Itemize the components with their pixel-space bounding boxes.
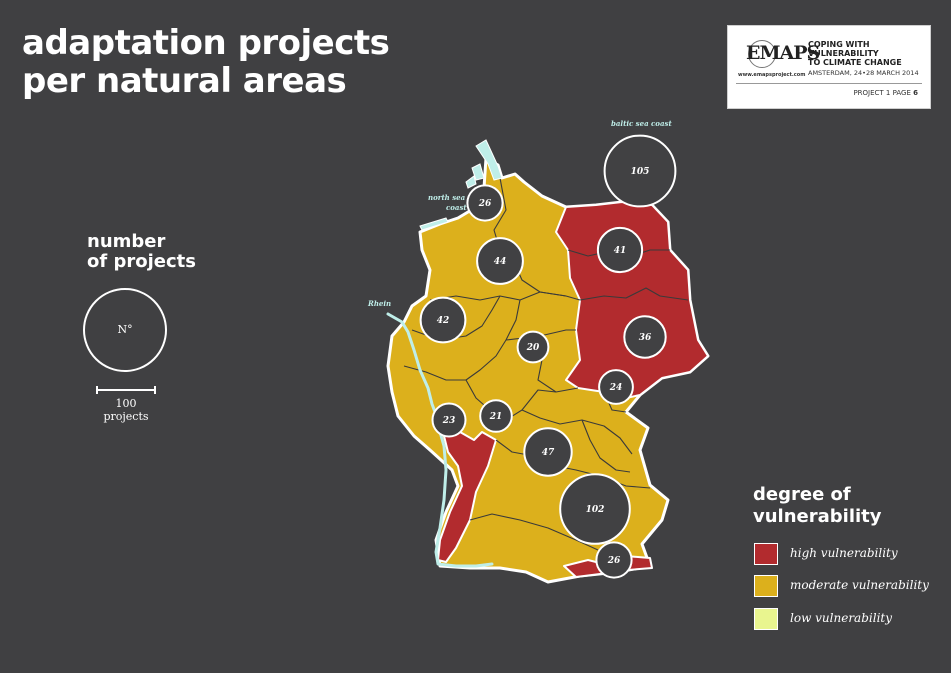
bubble-label-northwest-lowland: 44 (494, 257, 507, 267)
bubble-label-northeast-lowland: 41 (614, 246, 627, 256)
legend-label-moderate: moderate vulnerability (790, 578, 929, 592)
germany-map: baltic sea coast north sea coast Rhein 1… (367, 119, 710, 584)
bubble-label-southwest-uplands: 21 (489, 412, 503, 422)
vulnerability-heading-line-2: vulnerability (753, 506, 882, 527)
legend-swatch-moderate (754, 575, 778, 597)
vulnerability-heading-line-1: degree of (753, 484, 851, 505)
rhein-label: Rhein (367, 299, 391, 308)
legend-label-high: high vulnerability (790, 546, 898, 560)
bubble-label-upper-rhine: 23 (442, 416, 456, 426)
vulnerability-legend-heading: degree of vulnerability (753, 484, 882, 528)
north-sea-label-2: coast (446, 203, 467, 212)
bubble-label-north-sea-coast: 26 (478, 199, 492, 209)
bubble-label-south-scarplands: 47 (542, 448, 555, 458)
baltic-sea-label: baltic sea coast (611, 119, 672, 128)
bubble-label-east-lowland-south: 36 (639, 333, 652, 343)
legend-swatch-low (754, 608, 778, 630)
legend-swatch-high (754, 543, 778, 565)
legend-label-low: low vulnerability (790, 611, 893, 625)
bubble-label-alpine-foreland: 102 (586, 505, 605, 515)
bubble-label-alps: 26 (607, 556, 621, 566)
bubble-label-eastern-uplands: 24 (609, 383, 623, 393)
bubble-label-central-uplands: 20 (526, 343, 540, 353)
bubble-label-baltic-sea-coast: 105 (631, 167, 650, 177)
bubble-label-western-uplands-north: 42 (437, 316, 450, 326)
north-sea-island-3 (465, 175, 477, 189)
north-sea-label-1: north sea (428, 193, 466, 202)
